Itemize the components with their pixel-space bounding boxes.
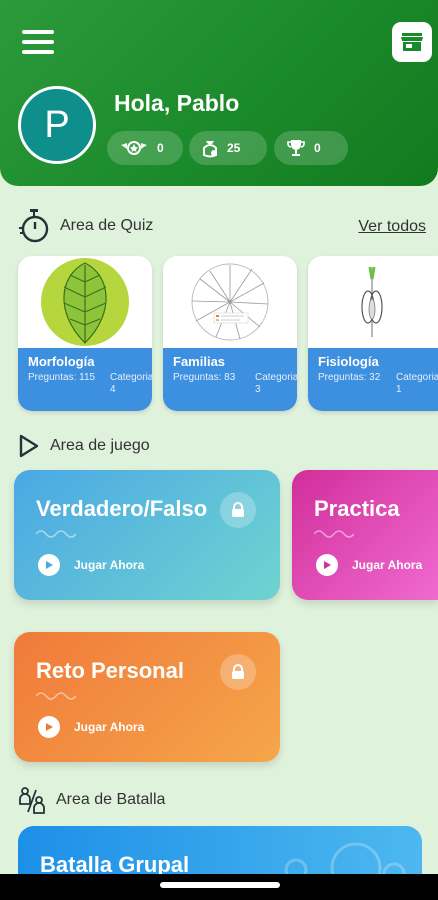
battle-section-title: Area de Batalla [56, 791, 166, 808]
battle-users-icon [19, 787, 45, 814]
flower-image [308, 256, 438, 348]
play-now-button[interactable]: Jugar Ahora [316, 554, 422, 576]
badge-stat: 0 [107, 131, 183, 165]
quiz-card-name: Familias [173, 354, 226, 369]
leaf-image [18, 256, 152, 348]
see-all-link[interactable]: Ver todos [358, 218, 426, 236]
game-card-verdadero-falso[interactable]: Verdadero/Falso Jugar Ahora [14, 470, 280, 600]
wave-decoration [314, 530, 354, 538]
quiz-card-name: Morfología [28, 354, 95, 369]
battle-section-header: Area de Batalla [18, 786, 165, 814]
quiz-card-morfologia[interactable]: Morfología Preguntas: 115 Categoria 4 [18, 256, 152, 411]
badge-icon [121, 141, 147, 155]
coins-icon [203, 141, 217, 158]
lock-icon [220, 492, 256, 528]
game-card-title: Verdadero/Falso [36, 496, 208, 521]
coins-stat: 25 [189, 131, 267, 165]
play-outline-icon [19, 434, 39, 458]
quiz-card-category: Categoria 1 [396, 372, 438, 395]
store-icon [401, 33, 423, 51]
quiz-section-title: Area de Quiz [60, 217, 154, 234]
play-icon [38, 716, 60, 738]
menu-icon[interactable] [22, 30, 54, 58]
quiz-card-questions: Preguntas: 115 [28, 372, 96, 383]
quiz-card-questions: Preguntas: 32 [318, 372, 381, 383]
phylogeny-image [163, 256, 297, 348]
stopwatch-icon [19, 209, 49, 243]
wave-decoration [36, 692, 76, 700]
quiz-card-fisiologia[interactable]: Fisiología Preguntas: 32 Categoria 1 [308, 256, 438, 411]
play-icon [316, 554, 338, 576]
quiz-card-name: Fisiología [318, 354, 379, 369]
play-now-button[interactable]: Jugar Ahora [38, 716, 144, 738]
quiz-card-category: Categoria 3 [255, 372, 297, 395]
greeting-text: Hola, Pablo [114, 90, 240, 116]
game-section-title: Area de juego [50, 437, 150, 454]
home-indicator[interactable] [160, 882, 280, 888]
trophy-stat: 0 [274, 131, 348, 165]
play-now-button[interactable]: Jugar Ahora [38, 554, 144, 576]
store-button[interactable] [392, 22, 432, 62]
play-icon [38, 554, 60, 576]
game-card-title: Reto Personal [36, 658, 184, 683]
avatar[interactable]: P [18, 86, 96, 164]
quiz-section-header: Area de Quiz [18, 208, 153, 244]
quiz-card-category: Categoria 4 [110, 372, 152, 395]
game-card-reto-personal[interactable]: Reto Personal Jugar Ahora [14, 632, 280, 762]
game-section-header: Area de juego [18, 434, 150, 458]
quiz-card-familias[interactable]: Familias Preguntas: 83 Categoria 3 [163, 256, 297, 411]
game-card-title: Practica [314, 496, 400, 521]
quiz-card-questions: Preguntas: 83 [173, 372, 236, 383]
header: P Hola, Pablo 0 25 0 [0, 0, 438, 186]
game-card-practica[interactable]: Practica Jugar Ahora [292, 470, 438, 600]
lock-icon [220, 654, 256, 690]
trophy-icon [287, 140, 305, 156]
wave-decoration [36, 530, 76, 538]
